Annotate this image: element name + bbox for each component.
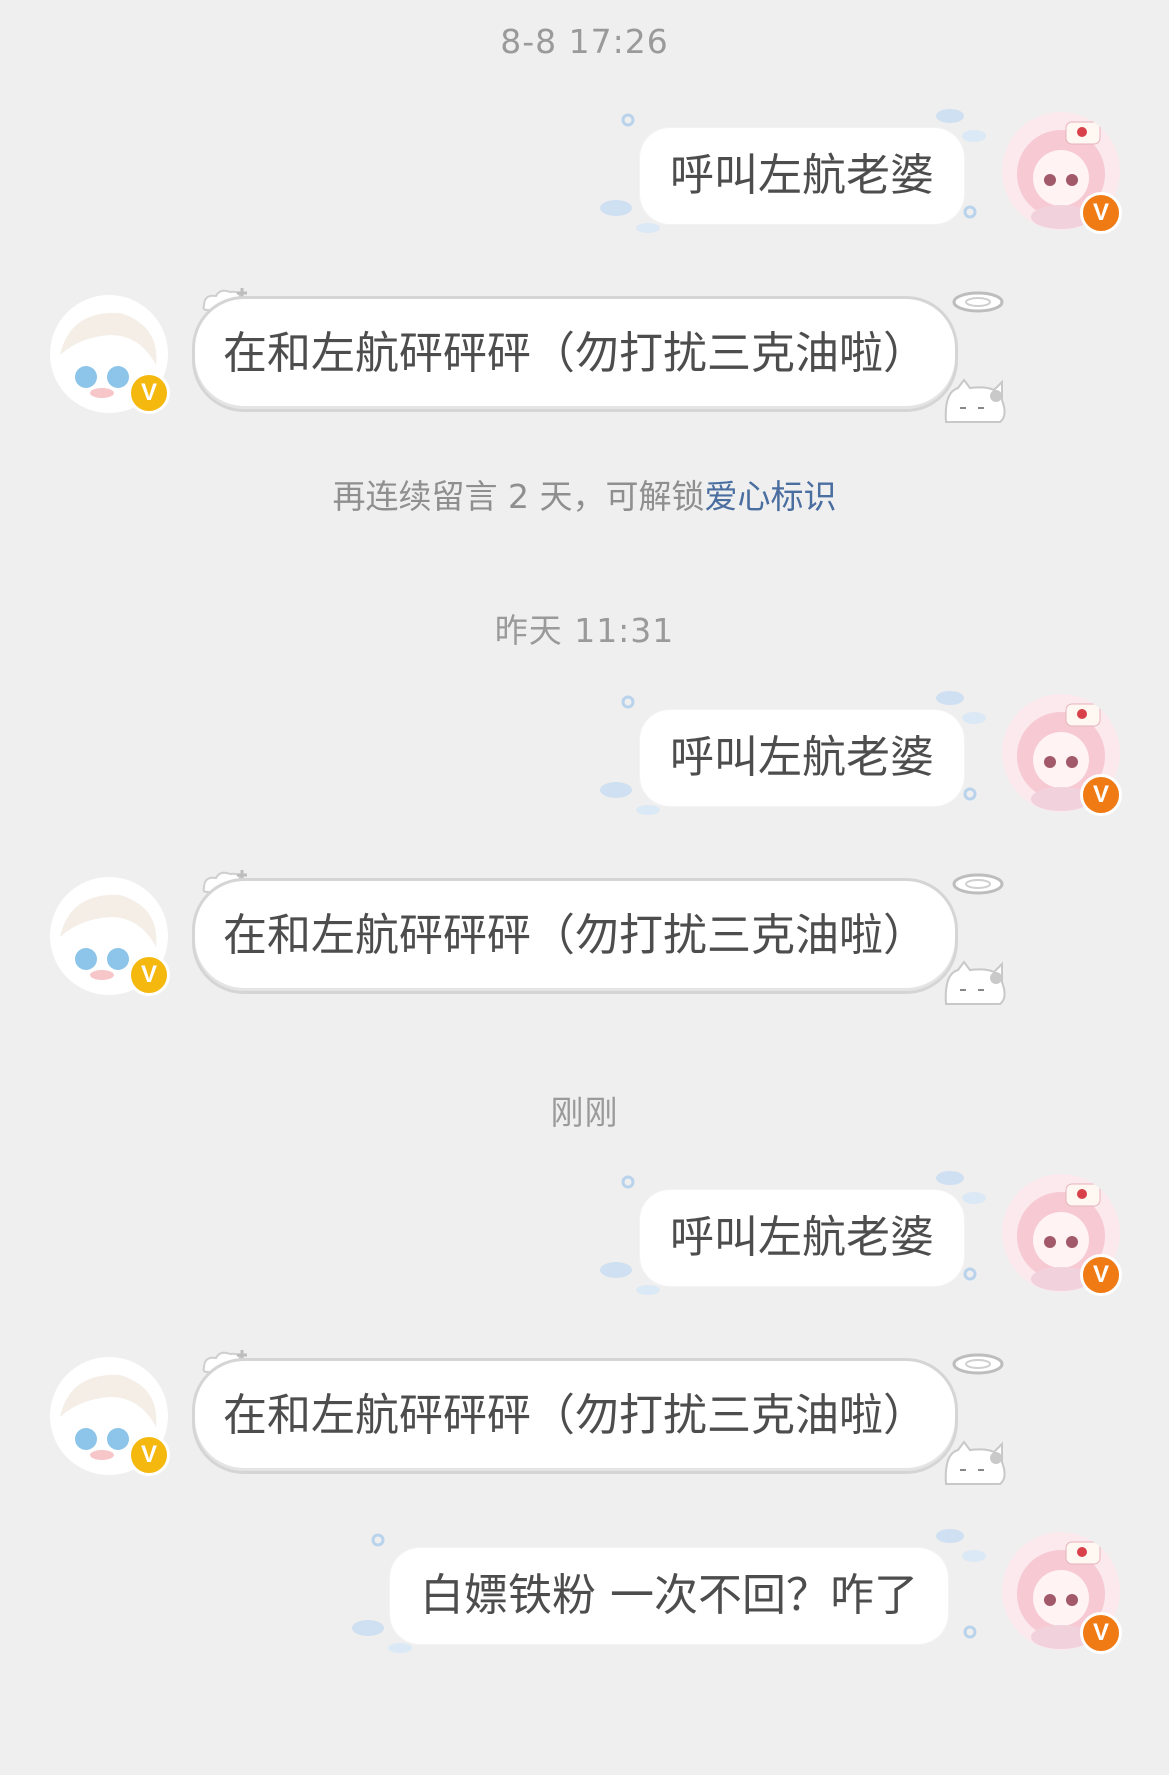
- cat-decoration-icon: [940, 960, 1010, 1014]
- bubble-decoration-icon: [962, 786, 978, 806]
- unlock-notice: 再连续留言 2 天，可解锁爱心标识: [0, 470, 1169, 518]
- fish-decoration-icon: [598, 780, 668, 824]
- verified-v-icon: V: [128, 954, 170, 996]
- timestamp: 8-8 17:26: [500, 22, 669, 61]
- fish-decoration-icon: [598, 1260, 668, 1304]
- timestamp: 刚刚: [550, 1093, 619, 1132]
- fish-decoration-icon: [350, 1618, 420, 1662]
- bubble-decoration-icon: [962, 1624, 978, 1644]
- cat-decoration-icon: [940, 1440, 1010, 1494]
- timestamp: 昨天 11:31: [494, 611, 675, 650]
- verified-v-icon: V: [128, 372, 170, 414]
- outgoing-message[interactable]: 呼叫左航老婆: [640, 128, 964, 224]
- unlock-notice-text: 再连续留言 2 天，可解锁: [332, 477, 705, 516]
- fish-decoration-icon: [598, 198, 668, 242]
- verified-v-icon: V: [128, 1434, 170, 1476]
- heart-badge-link[interactable]: 爱心标识: [704, 477, 836, 516]
- outgoing-message[interactable]: 呼叫左航老婆: [640, 710, 964, 806]
- bubble-decoration-icon: [962, 1266, 978, 1286]
- bubble-decoration-icon: [620, 694, 636, 714]
- verified-v-icon: V: [1080, 1254, 1122, 1296]
- verified-v-icon: V: [1080, 1612, 1122, 1654]
- outgoing-message[interactable]: 白嫖铁粉 一次不回？咋了: [390, 1548, 948, 1644]
- verified-v-icon: V: [1080, 192, 1122, 234]
- bubble-decoration-icon: [962, 204, 978, 224]
- bubble-decoration-icon: [620, 112, 636, 132]
- bubble-decoration-icon: [370, 1532, 386, 1552]
- verified-v-icon: V: [1080, 774, 1122, 816]
- halo-decoration-icon: [944, 866, 1008, 910]
- bubble-decoration-icon: [620, 1174, 636, 1194]
- cat-decoration-icon: [940, 378, 1010, 432]
- outgoing-message[interactable]: 呼叫左航老婆: [640, 1190, 964, 1286]
- halo-decoration-icon: [944, 284, 1008, 328]
- incoming-message[interactable]: 在和左航砰砰砰（勿打扰三克油啦）: [192, 1358, 958, 1474]
- incoming-message[interactable]: 在和左航砰砰砰（勿打扰三克油啦）: [192, 878, 958, 994]
- incoming-message[interactable]: 在和左航砰砰砰（勿打扰三克油啦）: [192, 296, 958, 412]
- halo-decoration-icon: [944, 1346, 1008, 1390]
